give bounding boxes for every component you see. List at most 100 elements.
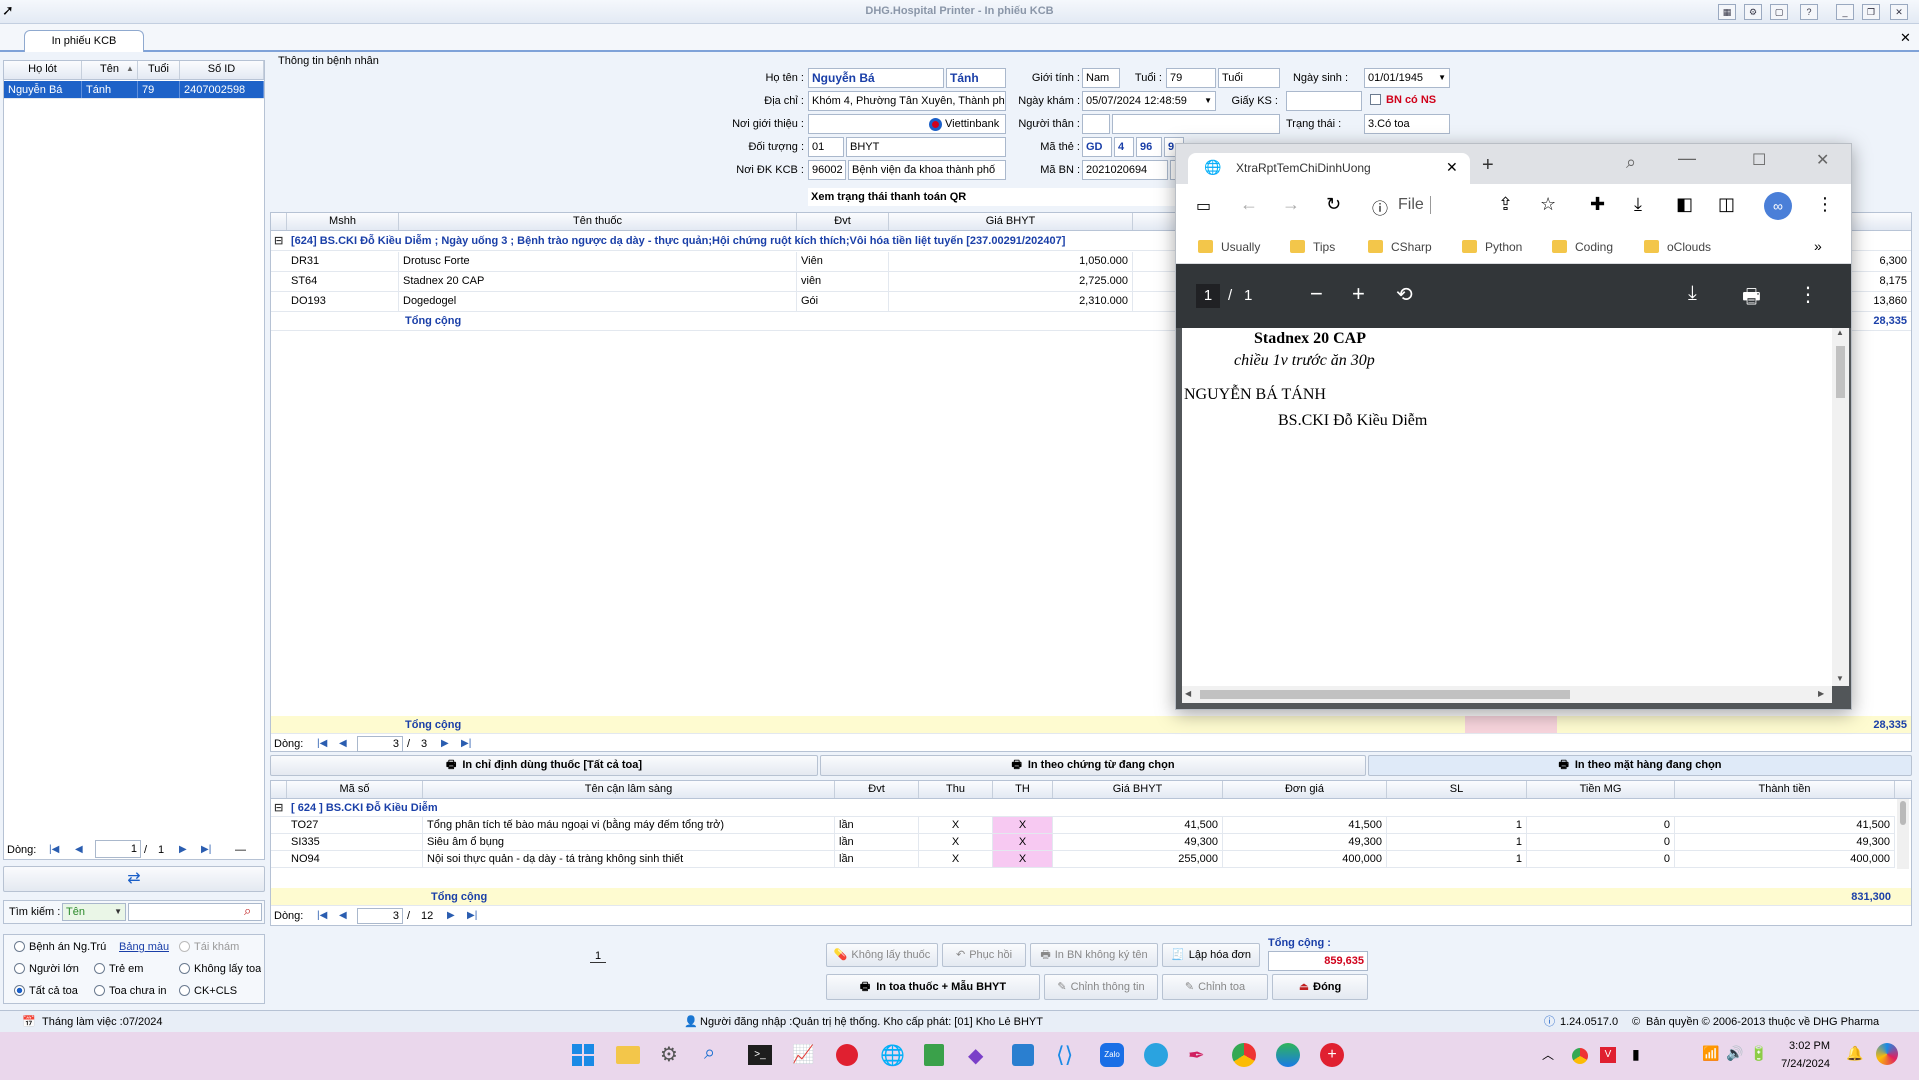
scroll-thumb[interactable]	[1200, 690, 1570, 699]
ngay-sinh-field[interactable]: 01/01/1945 ▼	[1364, 68, 1450, 88]
ten-field[interactable]: Tánh	[946, 68, 1006, 88]
bookmark-tips[interactable]: Tips	[1290, 230, 1335, 263]
col-sl[interactable]: SL	[1387, 781, 1527, 798]
tray-battery-icon[interactable]: ▮	[1632, 1046, 1640, 1063]
toolbar-icon-1[interactable]: ▦	[1718, 4, 1736, 20]
nguoi-than-field-2[interactable]	[1112, 114, 1280, 134]
noi-dk-code-field[interactable]: 96002	[808, 160, 846, 180]
tuoi-unit-field[interactable]: Tuổi	[1218, 68, 1280, 88]
share-icon[interactable]: ⇪	[1498, 194, 1513, 215]
bookmark-coding[interactable]: Coding	[1552, 230, 1613, 263]
bn-co-ns-checkbox[interactable]: BN có NS	[1370, 94, 1436, 106]
in-toa-thuoc-button[interactable]: 🖶 In toa thuốc + Mẫu BHYT	[826, 974, 1040, 1000]
prev-page-icon[interactable]: ◀	[75, 840, 83, 860]
col-ma-so[interactable]: Mã số	[287, 781, 423, 798]
red-app-icon[interactable]	[836, 1044, 858, 1066]
file-explorer-icon[interactable]	[616, 1046, 640, 1064]
telegram-icon[interactable]	[1144, 1043, 1168, 1067]
giay-ks-field[interactable]	[1286, 91, 1362, 111]
tray-v-icon[interactable]: V	[1600, 1047, 1616, 1063]
close-window-icon[interactable]: ✕	[1816, 150, 1829, 170]
dia-chi-field[interactable]: Khóm 4, Phường Tân Xuyên, Thành phố	[808, 91, 1006, 111]
bookmark-python[interactable]: Python	[1462, 230, 1522, 263]
noi-dk-field[interactable]: Bệnh viện đa khoa thành phố	[848, 160, 1006, 180]
nav-current[interactable]: 1	[95, 840, 141, 858]
menu-icon[interactable]: ⋮	[1816, 194, 1834, 215]
col-dvt[interactable]: Đvt	[797, 213, 889, 230]
back-icon[interactable]: ←	[1240, 194, 1258, 215]
next-page-icon[interactable]: ▶	[441, 735, 449, 753]
split-view-icon[interactable]: ◫	[1718, 194, 1735, 215]
cls-row[interactable]: NO94 Nội soi thực quản - dạ dày - tá tràn…	[271, 851, 1895, 868]
search-field-select[interactable]: Tên ▼	[62, 903, 126, 921]
reload-icon[interactable]: ↻	[1326, 194, 1341, 215]
search-tabs-icon[interactable]: ⌕	[1626, 152, 1636, 173]
help-icon[interactable]: ?	[1800, 4, 1818, 20]
pdf-menu-icon[interactable]: ⋮	[1798, 282, 1818, 307]
in-chi-dinh-button[interactable]: 🖶 In chỉ định dùng thuốc [Tất cả toa]	[270, 755, 818, 776]
cls-row[interactable]: TO27 Tổng phân tích tế bào máu ngoại vi (…	[271, 817, 1895, 834]
refresh-button[interactable]: ⇄	[3, 866, 265, 892]
copilot-icon[interactable]	[1876, 1043, 1898, 1065]
bookmark-csharp[interactable]: CSharp	[1368, 230, 1432, 263]
collapse-icon[interactable]: —	[235, 840, 246, 860]
in-bn-khong-ky-ten-button[interactable]: 🖶 In BN không ký tên	[1030, 943, 1158, 967]
download-icon[interactable]: ⤓	[1634, 194, 1642, 215]
filter-benh-an[interactable]: Bệnh án Ng.Trú	[14, 941, 106, 953]
first-page-icon[interactable]: |◀	[317, 735, 327, 753]
vscode-icon[interactable]: ⟨⟩	[1056, 1042, 1073, 1068]
cls-scrollbar[interactable]	[1897, 799, 1909, 869]
edge-icon[interactable]	[1276, 1043, 1300, 1067]
ma-the-part-2[interactable]: 4	[1114, 137, 1134, 157]
scroll-right-icon[interactable]: ▶	[1818, 689, 1824, 698]
filter-nguoi-lon[interactable]: Người lớn	[14, 963, 79, 975]
first-page-icon[interactable]: |◀	[49, 840, 59, 860]
bang-mau-link[interactable]: Bảng màu	[119, 941, 169, 953]
search-icon[interactable]: ⌕	[244, 903, 251, 919]
col-tien-mg[interactable]: Tiền MG	[1527, 781, 1675, 798]
minimize-icon[interactable]: —	[1678, 148, 1696, 169]
browser-tab[interactable]: 🌐 XtraRptTemChiDinhUong ✕	[1188, 153, 1470, 184]
col-ho-lot[interactable]: Họ lót	[4, 61, 82, 79]
prev-page-icon[interactable]: ◀	[339, 907, 347, 925]
pdf-download-icon[interactable]: ⤓	[1688, 282, 1697, 305]
globe-app-icon[interactable]: 🌐	[880, 1043, 905, 1068]
toolbar-icon-2[interactable]: ⚙	[1744, 4, 1762, 20]
office-app-icon[interactable]	[1012, 1044, 1034, 1066]
ma-the-part-3[interactable]: 96	[1136, 137, 1162, 157]
bookmark-oclouds[interactable]: oClouds	[1644, 230, 1711, 263]
toolbar-icon-3[interactable]: ▢	[1770, 4, 1788, 20]
battery-icon[interactable]: 🔋	[1750, 1045, 1767, 1062]
clock-time[interactable]: 3:02 PM	[1768, 1040, 1830, 1052]
maximize-icon[interactable]: ☐	[1752, 150, 1766, 170]
sidebar-icon[interactable]: ◧	[1676, 194, 1693, 215]
last-page-icon[interactable]: ▶|	[467, 907, 477, 925]
zalo-icon[interactable]: Zalo	[1100, 1043, 1124, 1067]
forward-icon[interactable]: →	[1282, 194, 1300, 215]
col-mshh[interactable]: Mshh	[287, 213, 399, 230]
col-gia-bhyt[interactable]: Giá BHYT	[1053, 781, 1223, 798]
notification-bell-icon[interactable]: 🔔	[1846, 1045, 1863, 1062]
chart-app-icon[interactable]: 📈	[792, 1044, 814, 1065]
cls-group-row[interactable]: ⊟ [ 624 ] BS.CKI Đỗ Kiều Diễm	[271, 799, 1895, 817]
filter-khong-lay-toa[interactable]: Không lấy toa	[179, 963, 261, 975]
ngay-kham-field[interactable]: 05/07/2024 12:48:59 ▼	[1082, 91, 1216, 111]
col-dvt[interactable]: Đvt	[835, 781, 919, 798]
scroll-down-icon[interactable]: ▼	[1836, 674, 1844, 683]
ho-field[interactable]: Nguyễn Bá	[808, 68, 944, 88]
next-page-icon[interactable]: ▶	[179, 840, 187, 860]
tray-expand-icon[interactable]: ︿	[1542, 1046, 1554, 1063]
profile-icon[interactable]: ∞	[1764, 192, 1792, 220]
phuc-hoi-button[interactable]: ↶ Phục hồi	[942, 943, 1026, 967]
pdf-page-input[interactable]: 1	[1196, 284, 1220, 308]
col-gia-bhyt[interactable]: Giá BHYT	[889, 213, 1133, 230]
clock-date[interactable]: 7/24/2024	[1768, 1058, 1830, 1070]
in-theo-chung-tu-button[interactable]: 🖶 In theo chứng từ đang chọn	[820, 755, 1366, 776]
minimize-icon[interactable]: _	[1836, 4, 1854, 20]
bookmark-star-icon[interactable]: ☆	[1540, 194, 1556, 215]
wifi-icon[interactable]: 📶	[1702, 1045, 1719, 1062]
close-icon[interactable]: ✕	[1890, 4, 1908, 20]
doi-tuong-code-field[interactable]: 01	[808, 137, 844, 157]
col-ten-thuoc[interactable]: Tên thuốc	[399, 213, 797, 230]
sheet-app-icon[interactable]	[924, 1044, 944, 1066]
